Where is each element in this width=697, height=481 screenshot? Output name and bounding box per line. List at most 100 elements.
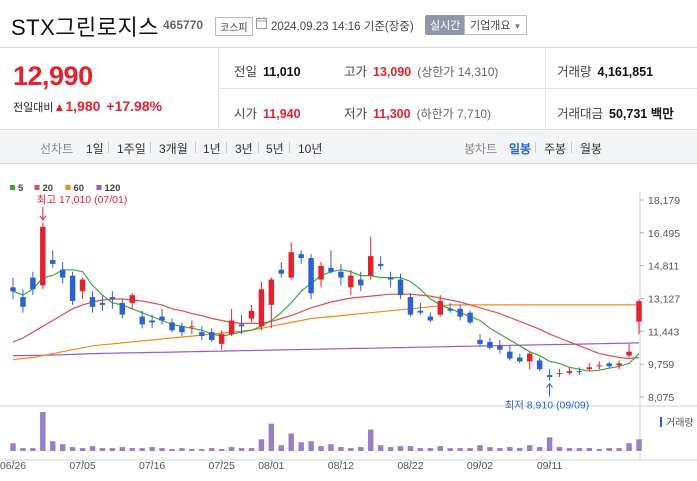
divider: [218, 48, 219, 130]
volume-bar: [288, 433, 294, 451]
candle-body: [10, 287, 16, 292]
candle-body: [189, 326, 195, 328]
volume-bar: [626, 443, 632, 451]
candle-body: [636, 301, 642, 322]
corp-info-dropdown[interactable]: 기업개요 ▼: [464, 15, 528, 35]
high-price: 고가 13,090 (상한가 14,310): [344, 65, 499, 79]
volume-bar: [30, 448, 36, 451]
candle-body: [119, 302, 126, 315]
realtime-button[interactable]: 실시간: [425, 15, 466, 35]
period-3m[interactable]: 3개월: [159, 140, 188, 157]
y-tick-label: 8,075: [648, 392, 674, 404]
candle-body: [318, 265, 324, 280]
x-tick-label: 09/02: [467, 460, 493, 472]
legend-label: 120: [105, 183, 121, 194]
y-tick-label: 13,127: [648, 294, 680, 306]
candle-body: [129, 295, 135, 303]
candle-body: [40, 226, 46, 286]
candle-body: [397, 279, 404, 296]
candle-body: [358, 279, 364, 286]
candle-body: [616, 363, 622, 366]
x-tick-label: 09/11: [537, 460, 563, 472]
volume-bar: [208, 448, 215, 451]
y-tick-label: 18,179: [648, 195, 680, 207]
x-tick-label: 06/26: [0, 460, 26, 472]
candle-body: [179, 326, 185, 333]
volume-bar: [258, 439, 265, 451]
volume-bar: [99, 448, 106, 451]
volume-marker: [660, 417, 662, 427]
candle-body: [258, 289, 265, 327]
candle-body: [69, 275, 76, 301]
candle-body: [238, 324, 245, 327]
period-1w[interactable]: 1주일: [117, 140, 146, 157]
volume-bar: [20, 448, 26, 451]
period-1y[interactable]: 1년: [203, 140, 221, 157]
volume-bar: [606, 448, 612, 451]
candle-body: [278, 269, 285, 274]
volume-bar: [546, 437, 553, 451]
chart-canvas[interactable]: 18,179 16,495 14,811 13,127 11,443 9,759 8,075…: [0, 164, 697, 481]
candle-body: [30, 277, 36, 290]
volume-bar: [526, 445, 533, 451]
period-10y[interactable]: 10년: [298, 140, 322, 157]
volume-bar: [417, 448, 424, 451]
volume-bar: [566, 448, 573, 451]
volume-bar: [407, 446, 414, 451]
candle-body: [99, 302, 106, 305]
candle-body: [338, 271, 344, 278]
x-tick-label: 08/12: [328, 460, 354, 472]
period-monthly[interactable]: 월봉: [580, 140, 602, 157]
quote-datetime: 2024.09.23 14:16 기준(장중): [271, 21, 414, 33]
volume-bar: [576, 448, 583, 451]
period-5y[interactable]: 5년: [266, 140, 284, 157]
volume-bar: [596, 449, 602, 451]
volume-bar: [189, 449, 195, 451]
x-tick-label: 07/05: [69, 460, 95, 472]
candle-body: [89, 297, 96, 307]
candle-body: [367, 256, 374, 276]
volume-bar: [278, 445, 285, 451]
candlestick-chart[interactable]: 18,179 16,495 14,811 13,127 11,443 9,759 8,075…: [0, 164, 697, 481]
volume-bar: [79, 448, 86, 451]
prev-close: 전일 11,010: [234, 65, 301, 79]
open-price: 시가 11,940: [234, 107, 301, 121]
volume-bar: [59, 444, 66, 451]
period-3y[interactable]: 3년: [235, 140, 253, 157]
candle-body: [566, 371, 573, 374]
volume-bar: [447, 448, 453, 451]
volume-bar: [517, 448, 523, 451]
period-1d[interactable]: 1일: [86, 140, 104, 157]
x-tick-label: 08/22: [397, 460, 423, 472]
candle-body: [596, 365, 602, 367]
candle-body: [536, 360, 543, 370]
candle-body: [109, 297, 116, 300]
volume-bar: [556, 447, 563, 451]
stock-header: STX그린로지스 465770 코스피 2024.09.23 14:16 기준(…: [0, 0, 697, 48]
period-bar: 선차트 1일 1주일 3개월 1년 3년 5년 10년 봉차트 일봉 주봉 월봉: [0, 131, 697, 164]
low-price: 저가 11,300 (하한가 7,710): [344, 107, 492, 121]
volume-bar: [536, 447, 543, 451]
legend-swatch: [65, 185, 71, 190]
volume-bar: [367, 429, 374, 451]
volume-bar: [457, 448, 463, 451]
candle-body: [218, 334, 225, 344]
candle-body: [447, 308, 453, 311]
low-annotation: 최저 8,910 (09/09): [505, 400, 590, 412]
candle-body: [576, 371, 583, 373]
candle-body: [437, 300, 444, 315]
candle-body: [507, 351, 513, 359]
volume-bar: [109, 448, 116, 451]
period-weekly[interactable]: 주봉: [544, 140, 566, 157]
candle-body: [149, 320, 155, 323]
volume-bar: [238, 448, 245, 451]
period-daily[interactable]: 일봉: [509, 140, 531, 157]
volume-bar: [139, 448, 145, 451]
legend-swatch: [96, 185, 102, 190]
candle-body: [407, 297, 414, 315]
volume-bar: [397, 446, 404, 451]
legend-label: 5: [18, 183, 24, 194]
up-arrow-icon: ▲: [53, 100, 66, 114]
high-annotation: 최고 17,010 (07/01): [37, 194, 128, 206]
volume-bar: [69, 447, 76, 451]
